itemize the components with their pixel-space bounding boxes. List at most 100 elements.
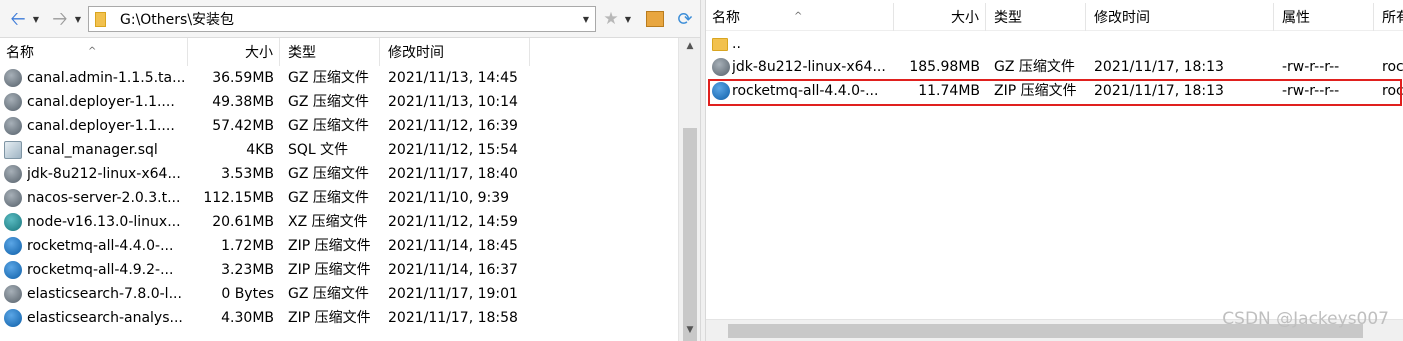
gz-file-icon	[4, 69, 22, 87]
file-name: jdk-8u212-linux-x64...	[732, 59, 886, 75]
column-type-header[interactable]: 类型	[280, 38, 380, 66]
file-type: GZ 压缩文件	[288, 94, 369, 110]
forward-history-dropdown[interactable]: ▼	[72, 8, 84, 30]
file-type: GZ 压缩文件	[288, 286, 369, 302]
gz-file-icon	[4, 165, 22, 183]
file-type: GZ 压缩文件	[288, 190, 369, 206]
file-row[interactable]: nacos-server-2.0.3.t... 112.15MB GZ 压缩文件 20…	[0, 186, 678, 210]
file-type: XZ 压缩文件	[288, 214, 368, 230]
file-name: rocketmq-all-4.4.0-...	[27, 238, 174, 254]
address-path[interactable]: G:\Others\安装包	[120, 9, 234, 29]
file-row[interactable]: canal_manager.sql 4KB SQL 文件 2021/11/12, 15…	[0, 138, 678, 162]
file-attrs: -rw-r--r--	[1282, 59, 1340, 75]
file-name: elasticsearch-7.8.0-l...	[27, 286, 182, 302]
column-modified-header[interactable]: 修改时间	[1086, 3, 1274, 31]
file-type: SQL 文件	[288, 142, 349, 158]
column-name-header[interactable]: 名称 ^	[706, 3, 894, 31]
file-name: nacos-server-2.0.3.t...	[27, 190, 181, 206]
forward-button[interactable]: 🡢	[46, 8, 74, 30]
column-size-header[interactable]: 大小	[188, 38, 280, 66]
column-label: 修改时间	[1094, 10, 1150, 26]
back-history-dropdown[interactable]: ▼	[30, 8, 42, 30]
folder-icon	[712, 38, 728, 51]
gz-file-icon	[712, 58, 730, 76]
address-bar[interactable]: G:\Others\安装包 ▼	[88, 6, 596, 32]
back-button[interactable]: 🡠	[4, 8, 32, 30]
file-row[interactable]: rocketmq-all-4.4.0-... 1.72MB ZIP 压缩文件 2021…	[0, 234, 678, 258]
xz-file-icon	[4, 213, 22, 231]
column-size-header[interactable]: 大小	[894, 3, 986, 31]
file-row[interactable]: canal.deployer-1.1.... 57.42MB GZ 压缩文件 2021…	[0, 114, 678, 138]
file-row[interactable]: elasticsearch-7.8.0-l... 0 Bytes GZ 压缩文件 20…	[0, 282, 678, 306]
column-type-header[interactable]: 类型	[986, 3, 1086, 31]
bookmark-dropdown[interactable]: ▼	[622, 8, 634, 30]
sort-ascending-icon: ^	[88, 46, 97, 57]
scroll-up-icon[interactable]: ▲	[679, 41, 700, 51]
column-label: 名称	[712, 10, 740, 26]
column-label: 大小	[245, 45, 273, 61]
column-label: 大小	[951, 10, 979, 26]
file-type: ZIP 压缩文件	[288, 238, 371, 254]
file-row[interactable]: node-v16.13.0-linux... 20.61MB XZ 压缩文件 2021…	[0, 210, 678, 234]
file-row[interactable]: jdk-8u212-linux-x64... 185.98MB GZ 压缩文件 202…	[706, 55, 1403, 79]
file-modified: 2021/11/12, 14:59	[388, 214, 518, 230]
column-label: 名称	[6, 45, 34, 61]
home-icon	[646, 11, 664, 27]
bookmark-button[interactable]: ★	[600, 8, 622, 30]
local-toolbar: 🡠 ▼ 🡢 ▼ G:\Others\安装包 ▼ ★ ▼ ⟳	[0, 0, 700, 38]
file-modified: 2021/11/10, 9:39	[388, 190, 510, 206]
star-icon: ★	[603, 9, 619, 29]
file-row[interactable]: canal.admin-1.1.5.ta... 36.59MB GZ 压缩文件 202…	[0, 66, 678, 90]
zip-file-icon	[4, 261, 22, 279]
file-modified: 2021/11/12, 15:54	[388, 142, 518, 158]
file-modified: 2021/11/13, 14:45	[388, 70, 518, 86]
chevron-down-icon[interactable]: ▼	[583, 15, 589, 24]
file-size: 20.61MB	[212, 214, 274, 230]
file-owner: roc	[1382, 59, 1403, 75]
file-modified: 2021/11/14, 18:45	[388, 238, 518, 254]
file-modified: 2021/11/13, 10:14	[388, 94, 518, 110]
file-name: rocketmq-all-4.9.2-...	[27, 262, 174, 278]
local-vertical-scrollbar[interactable]: ▲ ▼	[678, 38, 700, 341]
file-modified: 2021/11/14, 16:37	[388, 262, 518, 278]
file-name: canal.deployer-1.1....	[27, 94, 175, 110]
column-label: 类型	[994, 10, 1022, 26]
local-file-pane: 🡠 ▼ 🡢 ▼ G:\Others\安装包 ▼ ★ ▼ ⟳ 名称 ^ 大小 类型…	[0, 0, 700, 341]
file-size: 3.23MB	[221, 262, 274, 278]
file-size: 112.15MB	[203, 190, 274, 206]
scrollbar-thumb[interactable]	[683, 128, 697, 341]
file-name: node-v16.13.0-linux...	[27, 214, 181, 230]
column-modified-header[interactable]: 修改时间	[380, 38, 530, 66]
file-size: 185.98MB	[909, 59, 980, 75]
file-name: canal_manager.sql	[27, 142, 158, 158]
chevron-down-icon: ▼	[624, 14, 632, 24]
column-attributes-header[interactable]: 属性	[1274, 3, 1374, 31]
back-arrow-icon: 🡠	[10, 7, 26, 30]
zip-file-icon	[4, 237, 22, 255]
remote-file-pane: 名称 ^ 大小 类型 修改时间 属性 所有 .. jdk-8u212-linux…	[706, 0, 1403, 341]
gz-file-icon	[4, 93, 22, 111]
gz-file-icon	[4, 117, 22, 135]
home-button[interactable]	[644, 8, 666, 30]
local-column-header: 名称 ^ 大小 类型 修改时间	[0, 38, 678, 66]
parent-directory-row[interactable]: ..	[706, 32, 1403, 56]
column-owner-header[interactable]: 所有	[1374, 3, 1403, 31]
file-size: 0 Bytes	[221, 286, 274, 302]
file-row[interactable]: elasticsearch-analys... 4.30MB ZIP 压缩文件 202…	[0, 306, 678, 330]
file-type: GZ 压缩文件	[288, 166, 369, 182]
column-name-header[interactable]: 名称 ^	[0, 38, 188, 66]
file-row[interactable]: canal.deployer-1.1.... 49.38MB GZ 压缩文件 2021…	[0, 90, 678, 114]
column-label: 修改时间	[388, 45, 444, 61]
scroll-down-icon[interactable]: ▼	[679, 325, 700, 335]
column-label: 属性	[1282, 10, 1310, 26]
file-row[interactable]: rocketmq-all-4.9.2-... 3.23MB ZIP 压缩文件 2021…	[0, 258, 678, 282]
column-label: 所有	[1382, 10, 1403, 26]
chevron-down-icon: ▼	[32, 14, 40, 24]
file-name: canal.deployer-1.1....	[27, 118, 175, 134]
folder-icon	[95, 11, 106, 27]
refresh-button[interactable]: ⟳	[674, 8, 696, 30]
file-modified: 2021/11/12, 16:39	[388, 118, 518, 134]
file-row[interactable]: jdk-8u212-linux-x64... 3.53MB GZ 压缩文件 2021/…	[0, 162, 678, 186]
file-name: elasticsearch-analys...	[27, 310, 183, 326]
file-size: 57.42MB	[212, 118, 274, 134]
